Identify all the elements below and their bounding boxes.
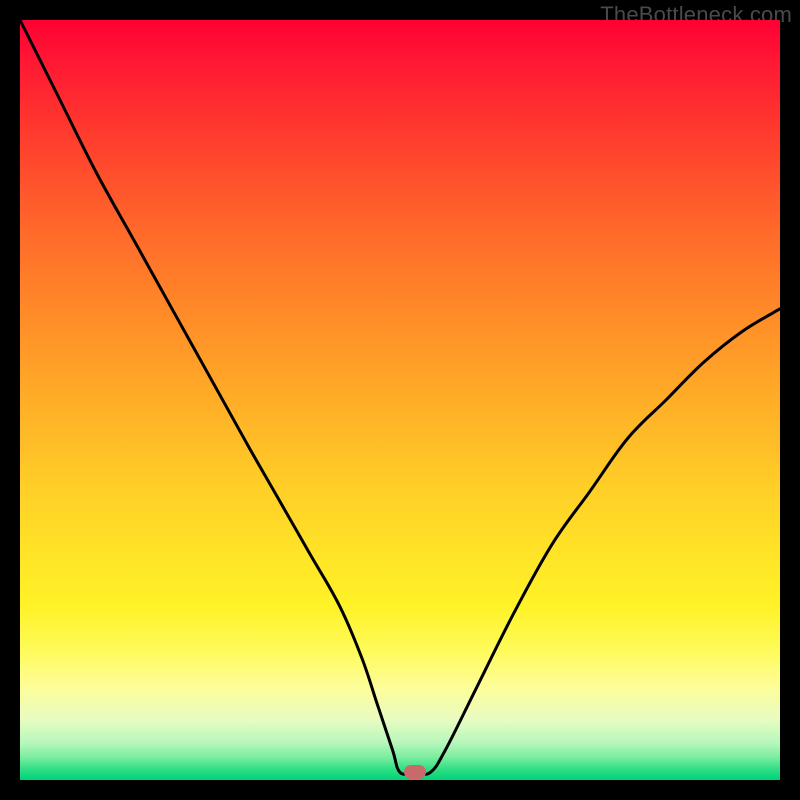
- chart-frame: TheBottleneck.com: [0, 0, 800, 800]
- optimal-marker: [404, 765, 426, 779]
- bottleneck-curve: [20, 20, 780, 780]
- plot-area: [20, 20, 780, 780]
